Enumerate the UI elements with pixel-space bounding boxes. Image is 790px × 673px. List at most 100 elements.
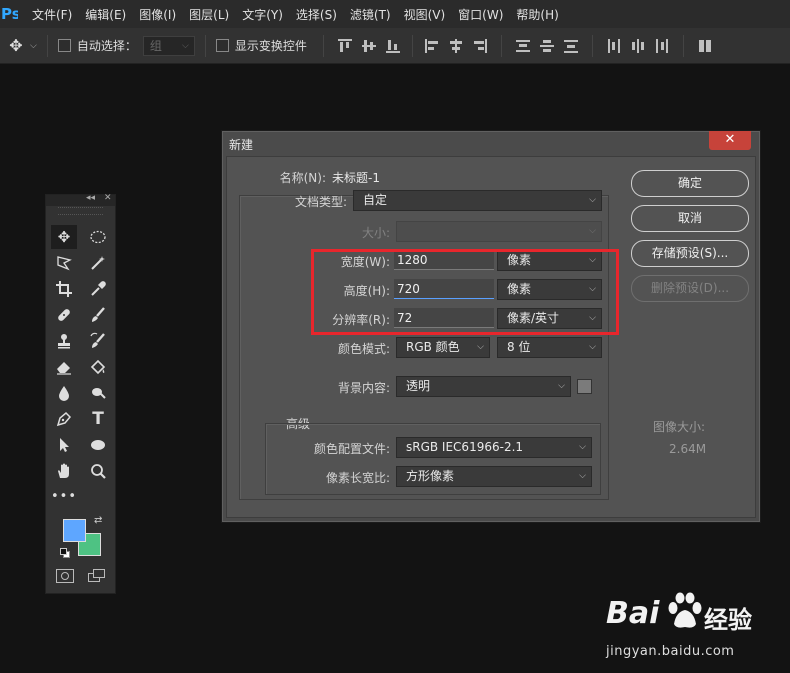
size-label: 大小: — [361, 226, 390, 240]
background-dropdown[interactable]: 透明 ⌵ — [396, 376, 571, 397]
menu-image[interactable]: 图像(I) — [139, 6, 176, 23]
menu-file[interactable]: 文件(F) — [32, 6, 72, 23]
close-icon: ✕ — [724, 132, 736, 147]
save-preset-button[interactable]: 存储预设(S)... — [631, 240, 749, 267]
align-hcenter-icon[interactable] — [449, 38, 463, 53]
collapse-icon[interactable]: ◂◂ — [86, 193, 95, 203]
blur-icon[interactable] — [51, 381, 77, 405]
menu-window[interactable]: 窗口(W) — [458, 6, 503, 23]
path-select-icon[interactable] — [51, 433, 77, 457]
ok-button[interactable]: 确定 — [631, 170, 749, 197]
new-document-dialog: 新建 ✕ 名称(N): 未标题-1 文档类型: 自定 ⌵ 大小: ⌵ 宽度(W):… — [221, 130, 761, 523]
swap-colors-icon[interactable]: ⇄ — [94, 515, 102, 526]
auto-select-checkbox[interactable] — [57, 39, 71, 52]
show-transform-label: 显示变换控件 — [234, 39, 307, 53]
ellipse-shape-icon[interactable] — [85, 433, 111, 457]
menu-type[interactable]: 文字(Y) — [242, 6, 283, 23]
distribute-left-icon[interactable] — [607, 38, 621, 53]
bit-depth-dropdown[interactable]: 8 位 ⌵ — [497, 337, 602, 358]
name-label: 名称(N): — [279, 171, 326, 185]
marquee-ellipse-icon[interactable] — [85, 225, 111, 249]
paint-bucket-icon[interactable] — [85, 355, 111, 379]
more-tools-icon[interactable]: ••• — [51, 485, 77, 509]
photoshop-logo: Ps — [0, 0, 18, 28]
brush-icon[interactable] — [85, 303, 111, 327]
auto-select-label: 自动选择： — [76, 39, 137, 53]
divider — [204, 34, 206, 57]
show-transform-checkbox[interactable] — [215, 39, 229, 52]
size-dropdown: ⌵ — [396, 221, 602, 242]
default-colors-icon[interactable] — [60, 548, 70, 558]
watermark-brand: Bai — [606, 596, 660, 631]
doc-type-dropdown[interactable]: 自定 ⌵ — [353, 190, 602, 211]
chevron-down-icon: ⌵ — [589, 195, 596, 205]
zoom-icon[interactable] — [85, 459, 111, 483]
align-top-icon[interactable] — [337, 38, 352, 53]
clone-stamp-icon[interactable] — [51, 329, 77, 353]
eyedropper-icon[interactable] — [85, 277, 111, 301]
foreground-color-swatch[interactable] — [63, 519, 86, 542]
healing-brush-icon[interactable] — [51, 303, 77, 327]
quick-mask-icon[interactable] — [56, 569, 74, 583]
align-vcenter-icon[interactable] — [361, 39, 376, 53]
chevron-down-icon: ⌵ — [182, 40, 189, 51]
divider — [500, 34, 502, 57]
auto-select-dropdown[interactable]: 组 ⌵ — [142, 35, 195, 56]
menu-view[interactable]: 视图(V) — [404, 6, 446, 23]
distribute-top-icon[interactable] — [515, 39, 530, 53]
close-button[interactable]: ✕ — [709, 131, 751, 150]
distribute-right-icon[interactable] — [655, 38, 669, 53]
auto-align-icon[interactable] — [698, 39, 712, 53]
tools-panel: ◂◂ ✕ ✥ T ••• ⇄ — [45, 193, 116, 594]
color-profile-label: 颜色配置文件: — [313, 442, 390, 456]
menu-select[interactable]: 选择(S) — [296, 6, 337, 23]
dodge-icon[interactable] — [85, 381, 111, 405]
chevron-down-icon: ⌵ — [579, 442, 586, 452]
menu-layer[interactable]: 图层(L) — [189, 6, 229, 23]
hand-icon[interactable] — [51, 459, 77, 483]
color-mode-label: 颜色模式: — [337, 342, 390, 356]
color-mode-dropdown[interactable]: RGB 颜色 ⌵ — [396, 337, 490, 358]
divider — [682, 34, 684, 57]
name-field[interactable]: 未标题-1 — [332, 169, 380, 186]
distribute-hcenter-icon[interactable] — [631, 38, 645, 53]
align-left-icon[interactable] — [424, 38, 439, 53]
close-icon[interactable]: ✕ — [104, 193, 112, 203]
align-bottom-icon[interactable] — [385, 39, 400, 53]
eraser-icon[interactable] — [51, 355, 77, 379]
type-tool-icon[interactable]: T — [85, 407, 111, 431]
menu-edit[interactable]: 编辑(E) — [85, 6, 126, 23]
distribute-vcenter-icon[interactable] — [539, 39, 554, 53]
menu-filter[interactable]: 滤镜(T) — [350, 6, 391, 23]
screen-mode-icon[interactable] — [88, 569, 106, 583]
move-tool-icon[interactable]: ✥ — [51, 225, 77, 249]
background-color-box[interactable] — [577, 379, 592, 394]
panel-header: ◂◂ ✕ — [46, 193, 115, 206]
chevron-down-icon: ⌵ — [589, 342, 596, 352]
cancel-button[interactable]: 取消 — [631, 205, 749, 232]
pixel-aspect-label: 像素长宽比: — [325, 471, 390, 485]
pen-icon[interactable] — [51, 407, 77, 431]
history-brush-icon[interactable] — [85, 329, 111, 353]
divider — [322, 34, 324, 57]
chevron-down-icon[interactable]: ⌵ — [30, 41, 37, 51]
dialog-body: 名称(N): 未标题-1 文档类型: 自定 ⌵ 大小: ⌵ 宽度(W): 1280… — [226, 156, 756, 518]
magic-wand-icon[interactable] — [85, 251, 111, 275]
chevron-down-icon: ⌵ — [477, 342, 484, 352]
align-right-icon[interactable] — [473, 38, 487, 53]
color-profile-dropdown[interactable]: sRGB IEC61966-2.1 ⌵ — [396, 437, 592, 458]
menu-help[interactable]: 帮助(H) — [516, 6, 558, 23]
polygon-lasso-icon[interactable] — [51, 251, 77, 275]
options-bar: ✥ ⌵ 自动选择： 组 ⌵ 显示变换控件 — [0, 28, 790, 64]
menu-bar: Ps 文件(F) 编辑(E) 图像(I) 图层(L) 文字(Y) 选择(S) 滤… — [0, 0, 790, 28]
align-buttons — [337, 34, 712, 57]
watermark-url: jingyan.baidu.com — [606, 644, 735, 659]
chevron-down-icon: ⌵ — [589, 226, 596, 236]
distribute-bottom-icon[interactable] — [563, 39, 578, 53]
pixel-aspect-dropdown[interactable]: 方形像素 ⌵ — [396, 466, 592, 487]
crop-icon[interactable] — [51, 277, 77, 301]
chevron-down-icon: ⌵ — [558, 381, 565, 391]
divider — [591, 34, 593, 57]
move-tool-icon[interactable]: ✥ — [6, 36, 26, 56]
panel-grip[interactable] — [58, 207, 103, 215]
